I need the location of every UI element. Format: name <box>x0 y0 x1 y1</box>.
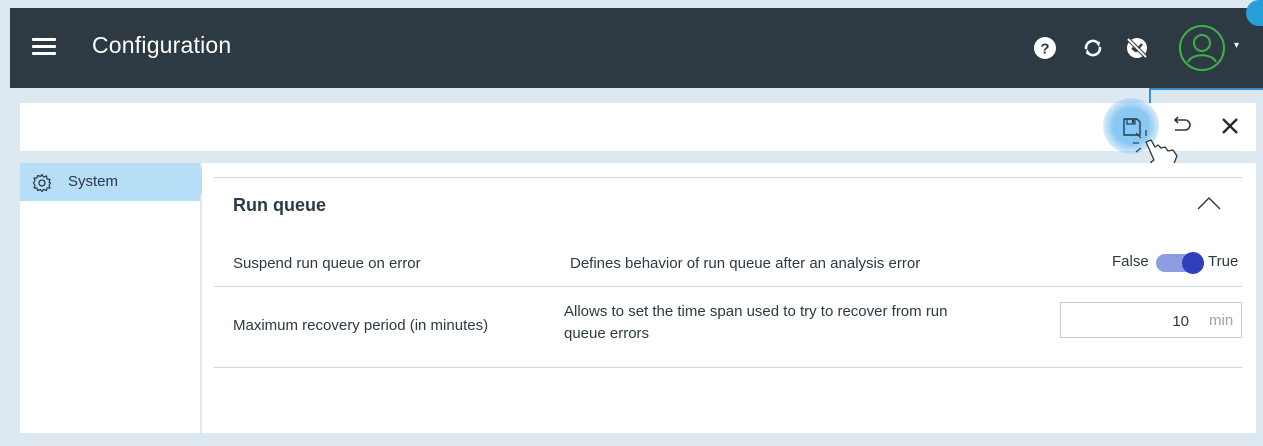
recovery-period-field: min <box>1060 302 1242 338</box>
setting-name: Suspend run queue on error <box>233 255 421 272</box>
toggle-false-label: False <box>1112 253 1149 270</box>
action-toolbar <box>20 103 1256 151</box>
callout-line <box>1151 88 1263 90</box>
setting-description: Defines behavior of run queue after an a… <box>570 255 921 272</box>
divider <box>214 367 1242 368</box>
toggle-true-label: True <box>1208 253 1239 270</box>
chevron-up-icon[interactable] <box>1196 193 1222 215</box>
toggle-knob <box>1182 252 1204 274</box>
sidebar: System <box>20 163 212 433</box>
sync-icon[interactable] <box>1080 35 1106 61</box>
page-title: Configuration <box>92 32 232 58</box>
divider <box>214 286 1242 287</box>
app-header: Configuration ? ▾ <box>10 8 1263 88</box>
user-avatar-icon[interactable] <box>1178 24 1226 72</box>
sidebar-item-label: System <box>68 173 119 190</box>
setting-name: Maximum recovery period (in minutes) <box>233 317 489 334</box>
close-icon[interactable] <box>1219 115 1241 137</box>
settings-panel: Run queue Suspend run queue on error Def… <box>202 163 1256 433</box>
unit-label: min <box>1209 312 1234 329</box>
menu-icon[interactable] <box>32 38 56 58</box>
gear-icon <box>32 173 52 193</box>
setting-description-line2: queue errors <box>564 325 650 342</box>
suspend-on-error-toggle[interactable] <box>1156 252 1204 274</box>
section-title: Run queue <box>233 195 326 215</box>
help-icon[interactable]: ? <box>1032 35 1058 61</box>
recovery-period-input[interactable] <box>1067 309 1191 333</box>
no-event-icon[interactable] <box>1124 35 1150 61</box>
sidebar-item-system[interactable]: System <box>20 163 212 201</box>
setting-description-line1: Allows to set the time span used to try … <box>564 303 948 320</box>
svg-text:?: ? <box>1040 41 1049 58</box>
divider <box>214 177 1242 178</box>
chevron-down-icon[interactable]: ▾ <box>1234 40 1239 51</box>
